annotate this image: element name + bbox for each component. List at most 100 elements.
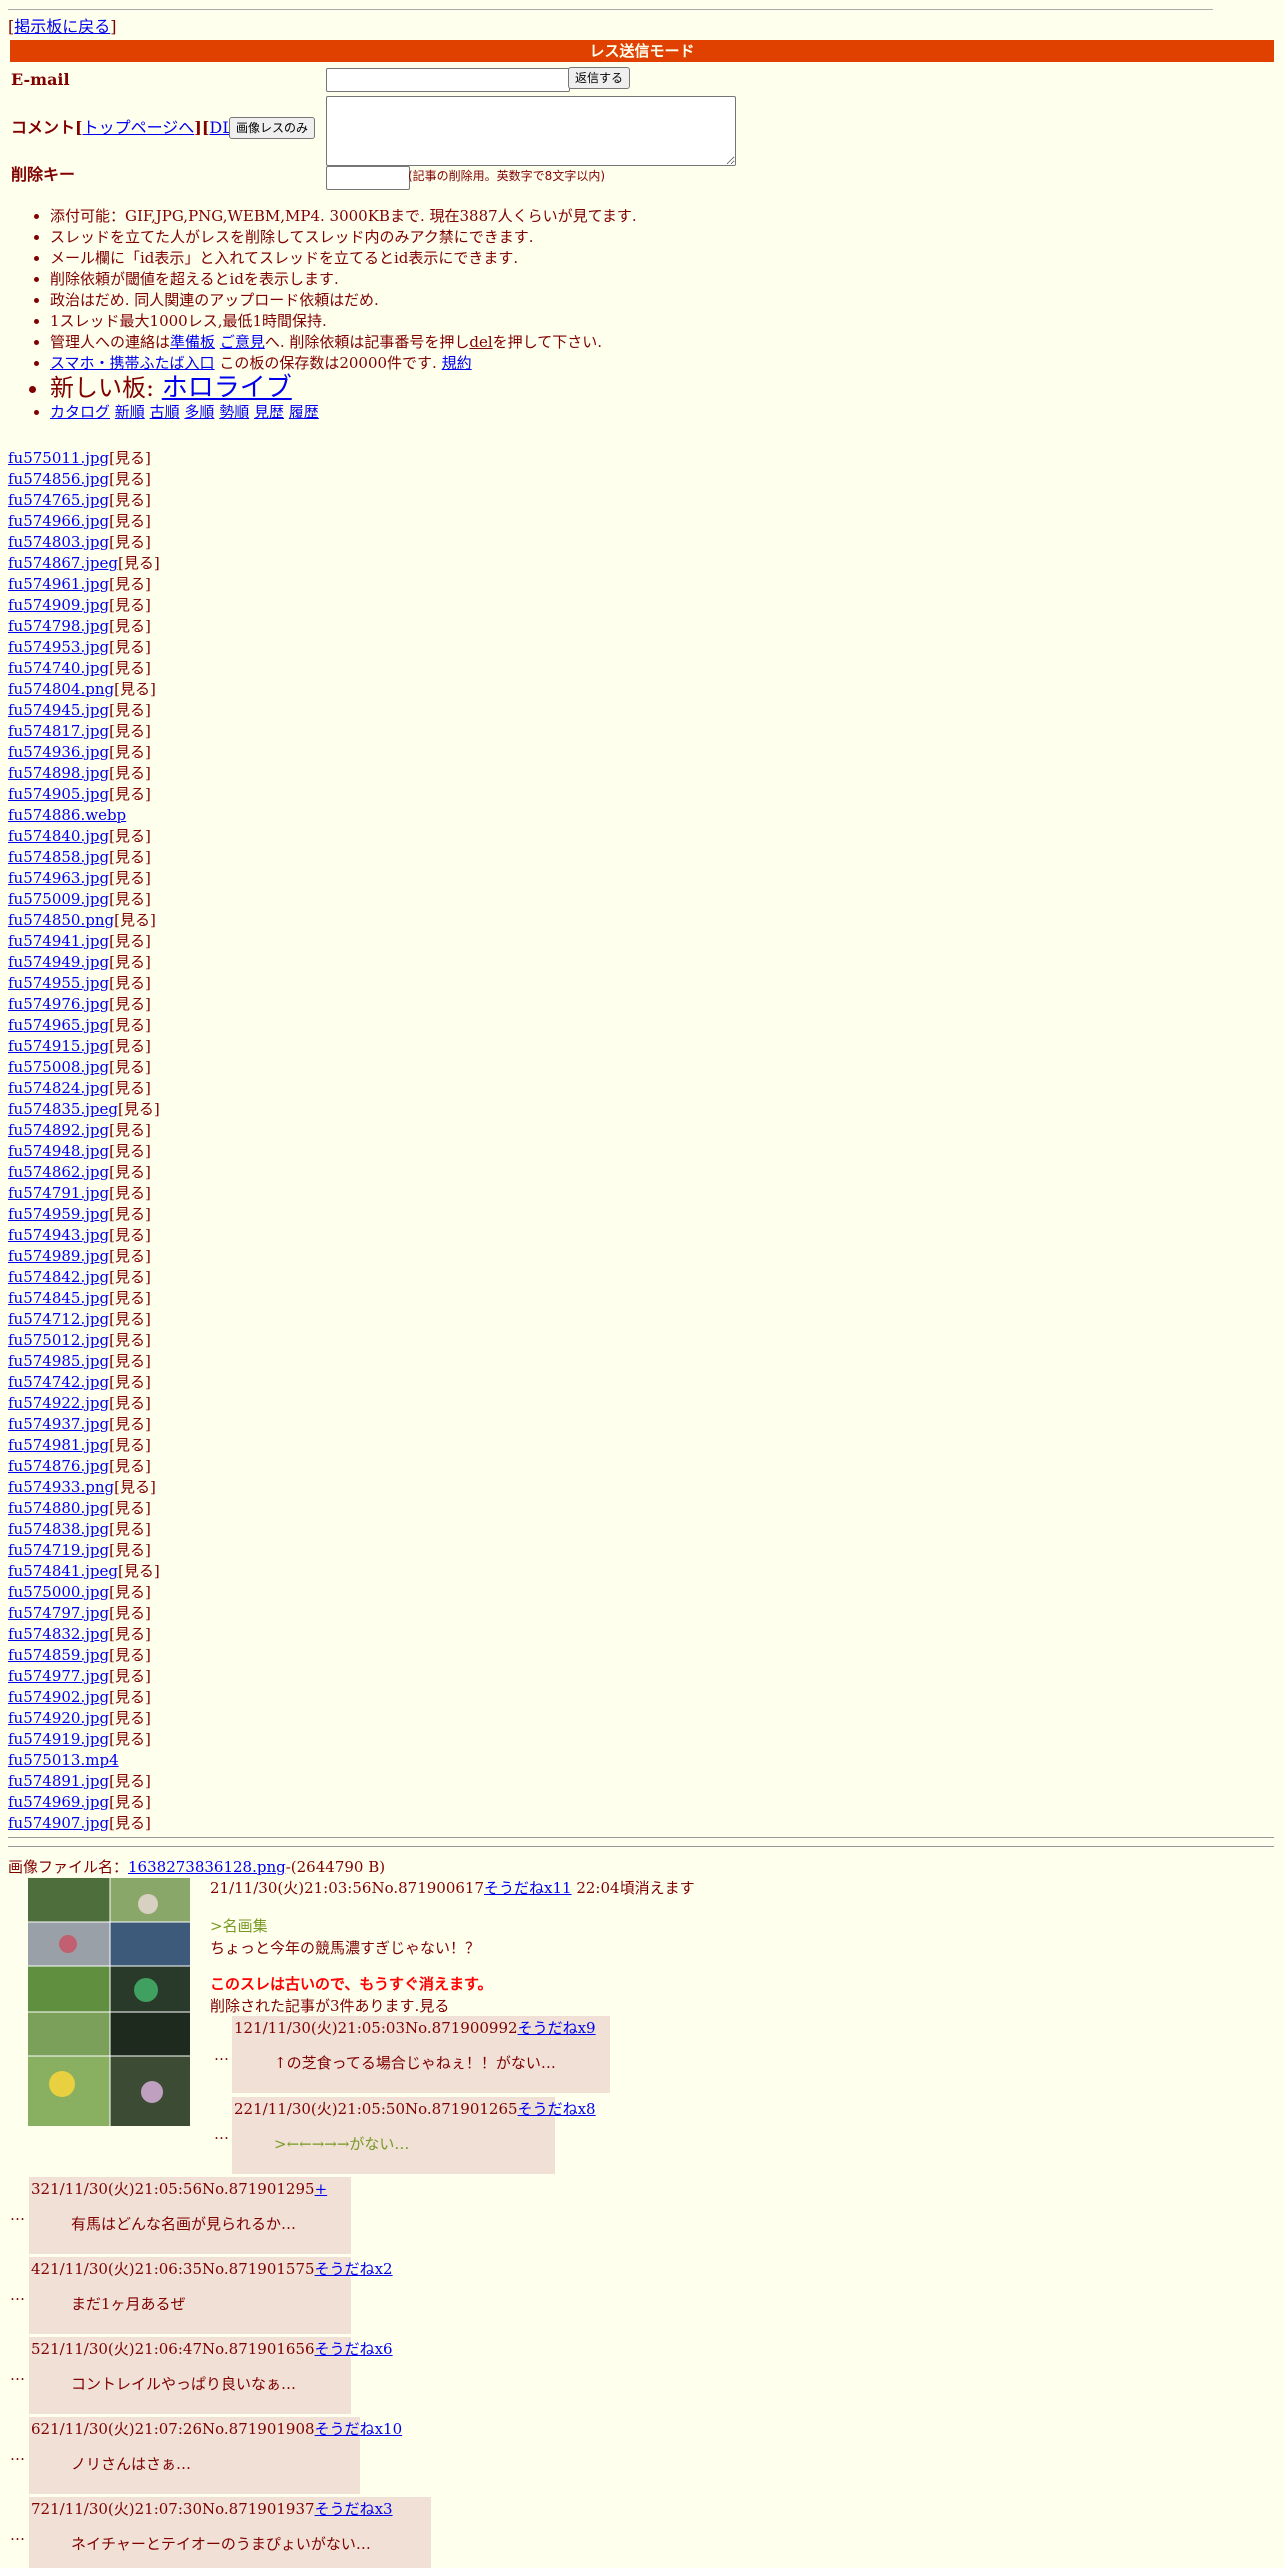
- file-link[interactable]: fu575011.jpg: [8, 449, 109, 467]
- file-link[interactable]: fu575013.mp4: [8, 1751, 119, 1769]
- reply-post-number[interactable]: No.871901265: [405, 2100, 518, 2118]
- post-history-link[interactable]: 履歴: [289, 403, 319, 421]
- terms-link[interactable]: 規約: [442, 354, 472, 372]
- file-link[interactable]: fu574933.png: [8, 1478, 114, 1496]
- sort-momentum-link[interactable]: 勢順: [219, 403, 249, 421]
- view-file-link[interactable]: [見る]: [109, 491, 151, 509]
- file-link[interactable]: fu574965.jpg: [8, 1016, 109, 1034]
- reply-post-number[interactable]: No.871900992: [405, 2019, 518, 2037]
- view-file-link[interactable]: [見る]: [109, 743, 151, 761]
- file-link[interactable]: fu574953.jpg: [8, 638, 109, 656]
- file-link[interactable]: fu574856.jpg: [8, 470, 109, 488]
- view-file-link[interactable]: [見る]: [109, 1457, 151, 1475]
- view-history-link[interactable]: 見歴: [254, 403, 284, 421]
- view-file-link[interactable]: [見る]: [109, 1814, 151, 1832]
- delete-key-field[interactable]: [326, 166, 410, 190]
- file-link[interactable]: fu574919.jpg: [8, 1730, 109, 1748]
- hololive-board-link[interactable]: ホロライブ: [162, 373, 292, 403]
- view-file-link[interactable]: [見る]: [109, 1772, 151, 1790]
- view-file-link[interactable]: [見る]: [109, 1163, 151, 1181]
- reply-sodane-link[interactable]: そうだねx10: [315, 2420, 403, 2438]
- comment-textarea[interactable]: [326, 96, 736, 166]
- view-file-link[interactable]: [見る]: [109, 1793, 151, 1811]
- file-link[interactable]: fu574981.jpg: [8, 1436, 109, 1454]
- view-file-link[interactable]: [見る]: [109, 1016, 151, 1034]
- view-file-link[interactable]: [見る]: [109, 953, 151, 971]
- file-link[interactable]: fu574963.jpg: [8, 869, 109, 887]
- view-file-link[interactable]: [見る]: [109, 1079, 151, 1097]
- file-link[interactable]: fu574985.jpg: [8, 1352, 109, 1370]
- view-file-link[interactable]: [見る]: [109, 869, 151, 887]
- file-link[interactable]: fu575012.jpg: [8, 1331, 109, 1349]
- view-file-link[interactable]: [見る]: [109, 974, 151, 992]
- file-link[interactable]: fu574886.webp: [8, 806, 126, 824]
- reply-post-number[interactable]: No.871901295: [202, 2180, 315, 2198]
- file-link[interactable]: fu574740.jpg: [8, 659, 109, 677]
- file-link[interactable]: fu574817.jpg: [8, 722, 109, 740]
- view-file-link[interactable]: [見る]: [109, 1583, 151, 1601]
- sort-new-link[interactable]: 新順: [115, 403, 145, 421]
- file-link[interactable]: fu574922.jpg: [8, 1394, 109, 1412]
- file-link[interactable]: fu574765.jpg: [8, 491, 109, 509]
- file-link[interactable]: fu574966.jpg: [8, 512, 109, 530]
- file-link[interactable]: fu574943.jpg: [8, 1226, 109, 1244]
- file-link[interactable]: fu574838.jpg: [8, 1520, 109, 1538]
- sort-old-link[interactable]: 古順: [150, 403, 180, 421]
- view-file-link[interactable]: [見る]: [109, 1415, 151, 1433]
- catalog-link[interactable]: カタログ: [50, 403, 110, 421]
- view-file-link[interactable]: [見る]: [109, 764, 151, 782]
- view-file-link[interactable]: [見る]: [109, 1499, 151, 1517]
- view-file-link[interactable]: [見る]: [118, 554, 160, 572]
- view-file-link[interactable]: [見る]: [109, 1121, 151, 1139]
- view-file-link[interactable]: [見る]: [109, 659, 151, 677]
- view-file-link[interactable]: [見る]: [109, 1436, 151, 1454]
- view-file-link[interactable]: [見る]: [109, 1730, 151, 1748]
- reply-sodane-link[interactable]: そうだねx3: [315, 2500, 393, 2518]
- file-link[interactable]: fu574742.jpg: [8, 1373, 109, 1391]
- view-file-link[interactable]: [見る]: [109, 1310, 151, 1328]
- top-page-link[interactable]: トップページへ: [83, 118, 195, 137]
- reply-sodane-link[interactable]: そうだねx9: [518, 2019, 596, 2037]
- view-file-link[interactable]: [見る]: [109, 1541, 151, 1559]
- file-link[interactable]: fu574791.jpg: [8, 1184, 109, 1202]
- file-link[interactable]: fu574920.jpg: [8, 1709, 109, 1727]
- file-link[interactable]: fu574969.jpg: [8, 1793, 109, 1811]
- file-link[interactable]: fu574945.jpg: [8, 701, 109, 719]
- back-to-board-link[interactable]: 掲示板に戻る: [14, 17, 110, 36]
- view-file-link[interactable]: [見る]: [114, 680, 156, 698]
- view-file-link[interactable]: [見る]: [109, 848, 151, 866]
- view-file-link[interactable]: [見る]: [114, 1478, 156, 1496]
- view-file-link[interactable]: [見る]: [109, 1058, 151, 1076]
- view-file-link[interactable]: [見る]: [109, 1688, 151, 1706]
- view-file-link[interactable]: [見る]: [109, 932, 151, 950]
- view-file-link[interactable]: [見る]: [109, 449, 151, 467]
- thread-thumbnail[interactable]: [28, 1878, 190, 2126]
- view-file-link[interactable]: [見る]: [109, 722, 151, 740]
- file-link[interactable]: fu574867.jpeg: [8, 554, 118, 572]
- sort-most-link[interactable]: 多順: [184, 403, 214, 421]
- view-file-link[interactable]: [見る]: [118, 1562, 160, 1580]
- reply-sodane-link[interactable]: +: [315, 2180, 328, 2198]
- opinion-link[interactable]: ご意見: [220, 333, 265, 351]
- view-file-link[interactable]: [見る]: [109, 785, 151, 803]
- file-link[interactable]: fu574955.jpg: [8, 974, 109, 992]
- file-link[interactable]: fu574976.jpg: [8, 995, 109, 1013]
- view-file-link[interactable]: [見る]: [109, 1037, 151, 1055]
- file-link[interactable]: fu574905.jpg: [8, 785, 109, 803]
- view-file-link[interactable]: [見る]: [109, 1331, 151, 1349]
- view-file-link[interactable]: [見る]: [109, 1709, 151, 1727]
- reply-post-number[interactable]: No.871901656: [202, 2340, 315, 2358]
- file-link[interactable]: fu575009.jpg: [8, 890, 109, 908]
- file-link[interactable]: fu574840.jpg: [8, 827, 109, 845]
- view-file-link[interactable]: [見る]: [109, 1604, 151, 1622]
- view-file-link[interactable]: [見る]: [109, 512, 151, 530]
- file-link[interactable]: fu574876.jpg: [8, 1457, 109, 1475]
- file-link[interactable]: fu574961.jpg: [8, 575, 109, 593]
- view-file-link[interactable]: [見る]: [109, 1184, 151, 1202]
- file-link[interactable]: fu574719.jpg: [8, 1541, 109, 1559]
- view-file-link[interactable]: [見る]: [109, 533, 151, 551]
- reply-sodane-link[interactable]: そうだねx2: [315, 2260, 393, 2278]
- file-link[interactable]: fu575008.jpg: [8, 1058, 109, 1076]
- file-link[interactable]: fu574803.jpg: [8, 533, 109, 551]
- file-link[interactable]: fu574859.jpg: [8, 1646, 109, 1664]
